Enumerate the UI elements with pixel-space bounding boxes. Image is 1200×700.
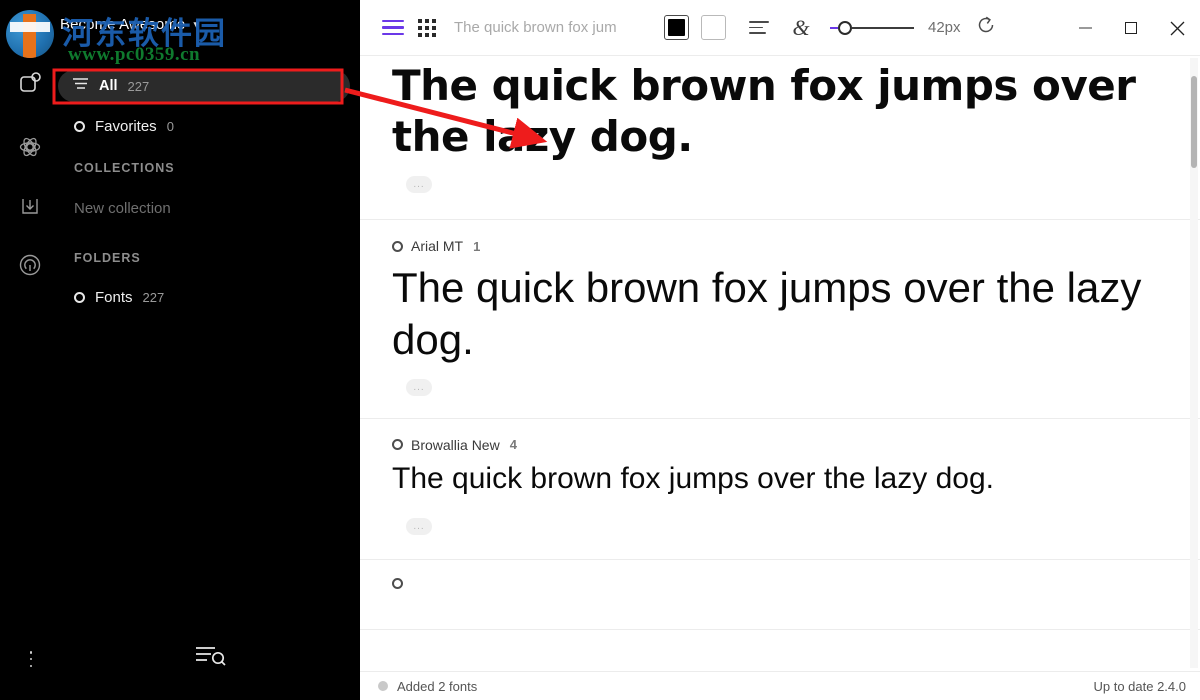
sidebar-item-favorites-count: 0 — [166, 118, 174, 134]
shape-badge-icon[interactable] — [13, 66, 47, 100]
window-controls — [1062, 0, 1200, 56]
icon-rail — [0, 0, 60, 700]
font-name: Arial MT — [411, 238, 464, 255]
font-row[interactable]: The quick brown fox jumps over the lazy … — [360, 56, 1200, 221]
folder-item-fonts-label: Fonts — [95, 289, 133, 306]
ampersand-glyph: & — [792, 14, 810, 40]
circle-icon — [74, 292, 85, 303]
sidebar: Become Awesome ▼ 河东软件园 www.pc0359.cn All… — [0, 0, 360, 700]
version-status: Up to date 2.4.0 — [1093, 678, 1186, 694]
font-size-slider[interactable] — [830, 20, 914, 35]
font-row[interactable]: Browallia New 4 The quick brown fox jump… — [360, 419, 1200, 560]
scrollbar-thumb[interactable] — [1191, 76, 1197, 168]
new-collection-button[interactable]: New collection — [74, 200, 171, 217]
font-more-button[interactable]: ... — [406, 378, 432, 396]
account-switcher[interactable]: Become Awesome ▼ — [60, 16, 201, 33]
main-panel: & 42px — [360, 0, 1200, 700]
foreground-color-swatch[interactable] — [664, 15, 689, 40]
font-preview-text: The quick brown fox jumps over the lazy … — [392, 61, 1136, 162]
status-message-group: Added 2 fonts — [378, 679, 477, 694]
font-list[interactable]: The quick brown fox jumps over the lazy … — [360, 56, 1200, 671]
align-left-icon[interactable] — [744, 13, 774, 43]
circle-icon — [74, 120, 85, 132]
font-meta: Browallia New 4 — [392, 419, 1200, 453]
font-style-count: 4 — [509, 437, 517, 453]
list-view-icon[interactable] — [378, 13, 408, 43]
folder-item-fonts-count: 227 — [142, 290, 165, 305]
sidebar-item-all-label: All — [99, 78, 118, 94]
background-color-swatch[interactable] — [701, 15, 726, 40]
sidebar-item-favorites-label: Favorites — [95, 117, 157, 135]
download-icon[interactable] — [13, 190, 47, 224]
font-style-count: 1 — [473, 238, 481, 254]
maximize-icon[interactable] — [1108, 0, 1154, 56]
folders-heading: FOLDERS — [74, 251, 141, 265]
account-name: Become Awesome — [60, 16, 186, 33]
more-vertical-icon[interactable] — [22, 648, 40, 670]
watermark-url: www.pc0359.cn — [68, 44, 201, 65]
circle-icon — [392, 439, 403, 451]
collections-heading: COLLECTIONS — [74, 161, 175, 175]
slider-filled-track — [830, 26, 838, 29]
font-row[interactable] — [360, 560, 1200, 630]
status-dot-icon — [378, 681, 388, 691]
toolbar: & 42px — [360, 0, 1200, 56]
font-more-button[interactable]: ... — [406, 176, 432, 194]
font-meta: Arial MT 1 — [392, 220, 1200, 254]
font-name: Browallia New — [411, 436, 500, 453]
list-lines-icon — [72, 77, 89, 95]
atom-icon[interactable] — [13, 130, 47, 164]
font-preview-text: The quick brown fox jumps over the lazy … — [392, 461, 994, 495]
font-preview-text: The quick brown fox jumps over the lazy … — [392, 264, 1142, 363]
radar-icon[interactable] — [13, 248, 47, 282]
sidebar-item-all-count: 227 — [127, 78, 150, 94]
status-bar: Added 2 fonts Up to date 2.4.0 — [360, 671, 1200, 700]
sidebar-item-all[interactable]: All 227 — [58, 70, 350, 102]
sidebar-item-favorites[interactable]: Favorites 0 — [58, 110, 350, 142]
grid-view-icon[interactable] — [412, 13, 442, 43]
vertical-scrollbar[interactable] — [1190, 58, 1198, 668]
status-message: Added 2 fonts — [397, 678, 478, 694]
minimize-icon[interactable] — [1062, 0, 1108, 56]
font-size-value: 42px — [928, 19, 961, 36]
font-meta — [392, 560, 1200, 589]
nav-list: All 227 Favorites 0 — [58, 70, 350, 142]
slider-knob[interactable] — [838, 20, 852, 35]
font-row[interactable]: Arial MT 1 The quick brown fox jumps ove… — [360, 220, 1200, 419]
reset-icon[interactable] — [975, 14, 997, 41]
chevron-down-icon: ▼ — [191, 20, 202, 31]
folder-item-fonts[interactable]: Fonts 227 — [74, 289, 164, 306]
font-more-button[interactable]: ... — [406, 517, 432, 535]
circle-icon — [392, 577, 403, 589]
ampersand-icon[interactable]: & — [786, 13, 816, 43]
app-window: Become Awesome ▼ 河东软件园 www.pc0359.cn All… — [0, 0, 1200, 700]
slider-track — [852, 26, 914, 29]
sample-text-input[interactable] — [454, 19, 664, 36]
list-search-icon[interactable] — [193, 643, 227, 674]
close-icon[interactable] — [1154, 0, 1200, 56]
circle-icon — [392, 240, 403, 252]
